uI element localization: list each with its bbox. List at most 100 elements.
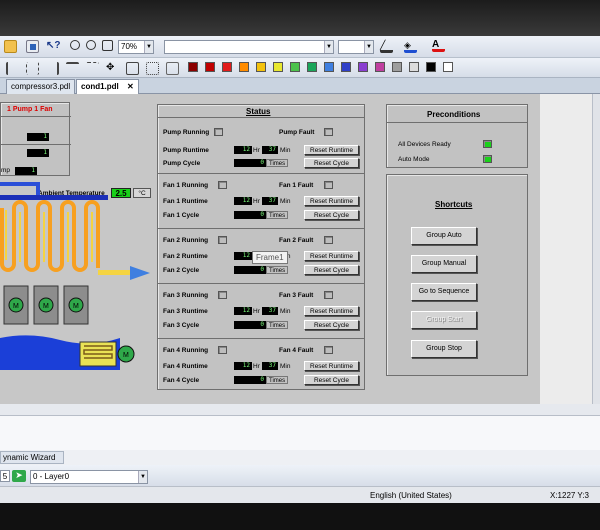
go-to-sequence-button[interactable]: Go to Sequence [411,283,477,301]
fan-minutes-unit: Min [280,198,291,205]
pump-reset-cycle-button[interactable]: Reset Cycle [304,158,359,168]
color-swatch[interactable] [239,62,249,72]
summary-divider [1,116,71,117]
layer-select[interactable]: 0 - Layer0 ▼ [30,470,148,484]
fan-fault-label: Fan 2 Fault [279,237,314,244]
horizontal-scrollbar[interactable] [0,404,600,416]
zoom-select[interactable]: 70% ▼ [118,40,154,54]
align-center-icon[interactable] [26,62,39,75]
color-swatch[interactable] [307,62,317,72]
color-swatch[interactable] [392,62,402,72]
properties-icon[interactable] [26,40,39,53]
align-top-icon[interactable] [66,62,79,75]
fan-reset-runtime-button[interactable]: Reset Runtime [304,196,359,206]
outlet-arrow-icon [130,266,150,280]
send-back-icon[interactable] [146,62,159,75]
group-stop-button[interactable]: Group Stop [411,340,477,358]
font-select[interactable]: ▼ [164,40,334,54]
pump-hours-value: 12 [234,146,252,154]
summary-title: 1 Pump 1 Fan [7,106,53,113]
group-manual-button[interactable]: Group Manual [411,255,477,273]
color-swatch[interactable] [426,62,436,72]
align-left-icon[interactable] [6,62,19,75]
vertical-scrollbar[interactable] [592,94,600,404]
fan-runtime-label: Fan 4 Runtime [163,363,208,370]
fan-cycle-value: 0 [234,321,266,329]
fan-reset-runtime-button[interactable]: Reset Runtime [304,251,359,261]
line-color-icon[interactable]: ╱ [380,40,393,53]
standard-toolbar: ↖? 70% ▼ ▼ ▼ ╱ ◈ A [0,36,600,58]
help-pointer-icon[interactable]: ↖? [46,40,61,53]
zoom-fit-icon[interactable] [102,40,113,51]
fan-cycle-label: Fan 2 Cycle [163,267,200,274]
align-middle-icon[interactable] [86,62,99,75]
color-swatch[interactable] [375,62,385,72]
fan-divider [158,338,364,339]
shortcuts-panel: Shortcuts Group Auto Group Manual Go to … [386,174,528,376]
fan-hours-unit: Hr [253,198,260,205]
all-devices-ready-label: All Devices Ready [398,141,451,148]
fan-reset-runtime-button[interactable]: Reset Runtime [304,361,359,371]
color-swatch[interactable] [273,62,283,72]
dynamic-wizard-tab[interactable]: ynamic Wizard [0,451,65,464]
status-panel: Status Pump Running Pump Fault Pump Runt… [157,104,365,390]
fan-reset-cycle-button[interactable]: Reset Cycle [304,375,359,385]
fan-hours-value: 12 [234,362,252,370]
fan-divider [158,173,364,174]
color-swatch[interactable] [409,62,419,72]
fan-fault-label: Fan 1 Fault [279,182,314,189]
layer-number-box[interactable]: 5 [0,470,10,482]
color-swatch[interactable] [358,62,368,72]
fan-cycle-label: Fan 3 Cycle [163,322,200,329]
group-icon[interactable] [166,62,179,75]
arrow-right-icon[interactable]: ➤ [12,470,26,482]
pump-fault-label: Pump Fault [279,129,315,136]
font-color-icon[interactable]: A [432,39,445,52]
open-folder-icon[interactable] [4,40,17,53]
fan-fault-indicator [324,236,333,244]
color-swatch[interactable] [290,62,300,72]
pump-reset-runtime-button[interactable]: Reset Runtime [304,145,359,155]
svg-text:M: M [13,303,19,310]
condenser-diagram: M M M M [0,182,150,370]
fan-reset-cycle-button[interactable]: Reset Cycle [304,265,359,275]
svg-text:M: M [123,352,129,359]
font-size-select[interactable]: ▼ [338,40,374,54]
fan-reset-cycle-button[interactable]: Reset Cycle [304,320,359,330]
tab-cond1-label: cond1.pdl [81,82,119,91]
fan-fault-indicator [324,181,333,189]
fan-running-label: Fan 1 Running [163,182,209,189]
group-auto-button[interactable]: Group Auto [411,227,477,245]
color-swatch[interactable] [341,62,351,72]
all-devices-ready-indicator [483,140,492,148]
bring-front-icon[interactable] [126,62,139,75]
color-swatch[interactable] [188,62,198,72]
group-start-button[interactable]: Group Start [411,311,477,329]
zoom-out-icon[interactable] [86,40,96,50]
pump-fan-summary-panel: 1 Pump 1 Fan 1 1 mp 1 [0,102,71,176]
fan-divider [158,228,364,229]
fill-color-icon[interactable]: ◈ [404,40,417,53]
svg-text:M: M [73,303,79,310]
shortcuts-title: Shortcuts [435,200,473,209]
color-swatch[interactable] [222,62,232,72]
fan-cycle-label: Fan 4 Cycle [163,377,200,384]
fan-cycle-value: 0 [234,266,266,274]
drawing-canvas[interactable]: 1 Pump 1 Fan 1 1 mp 1 Ambient Temperatur… [0,94,540,404]
color-swatch[interactable] [256,62,266,72]
color-swatch[interactable] [324,62,334,72]
tab-compressor3[interactable]: compressor3.pdl [6,79,76,94]
fan-reset-cycle-button[interactable]: Reset Cycle [304,210,359,220]
color-swatch[interactable] [443,62,453,72]
tab-cond1[interactable]: cond1.pdl ✕ [76,79,139,94]
zoom-in-icon[interactable] [70,40,80,50]
fan-running-indicator [218,346,227,354]
distribute-icon[interactable]: ✥ [106,62,119,75]
fan-running-label: Fan 2 Running [163,237,209,244]
close-icon[interactable]: ✕ [127,82,134,91]
fan-running-indicator [218,291,227,299]
color-swatch[interactable] [205,62,215,72]
layer-select-value: 0 - Layer0 [33,472,70,481]
fan-reset-runtime-button[interactable]: Reset Runtime [304,306,359,316]
align-right-icon[interactable] [46,62,59,75]
